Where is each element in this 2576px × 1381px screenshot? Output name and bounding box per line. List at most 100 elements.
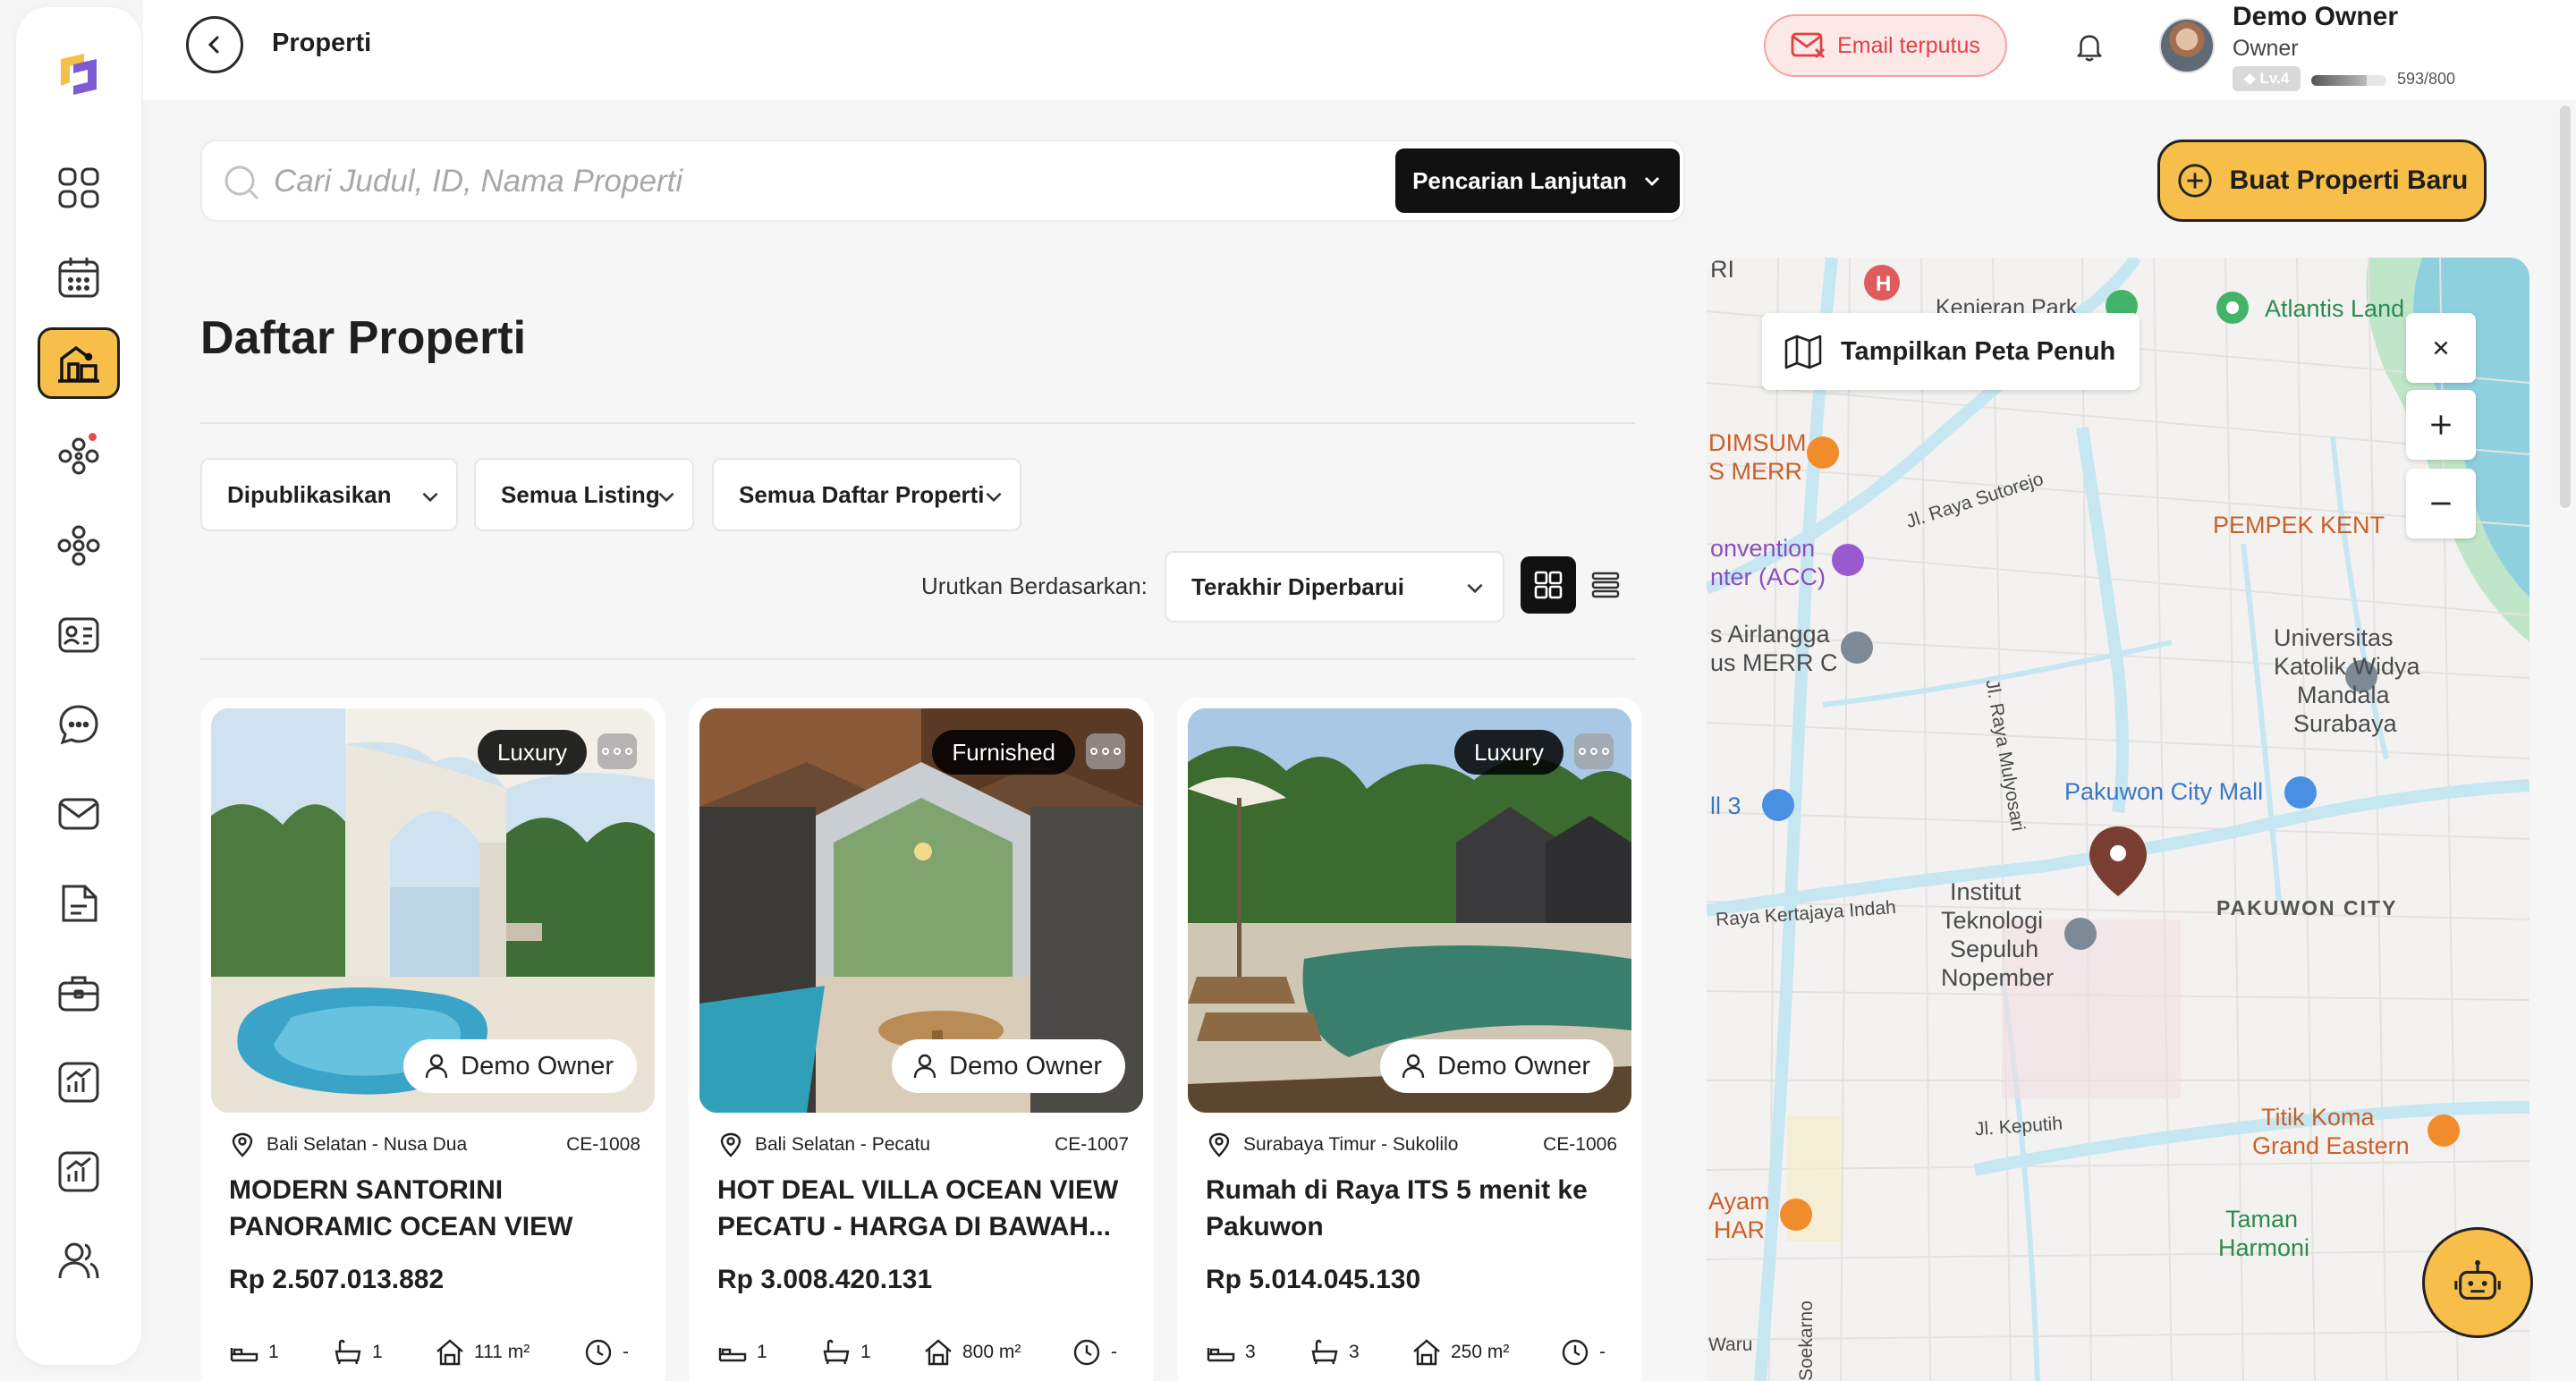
user-name: Demo Owner [2233,2,2399,31]
chevron-down-icon [986,492,1002,503]
map-label: S MERR [1708,458,1803,485]
spec-area-value: 800 m² [962,1342,1021,1362]
property-image[interactable]: Luxury Demo Owner [211,708,655,1113]
sort-value: Terakhir Diperbarui [1191,572,1404,600]
property-price: Rp 5.014.045.130 [1206,1265,1421,1294]
spec-beds: 1 [717,1337,821,1368]
map-label: s Airlangga [1710,621,1830,648]
nav-leads-icon[interactable] [38,420,120,492]
owner-badge[interactable]: Demo Owner [892,1039,1125,1093]
map-label: Pakuwon City Mall [2064,778,2264,805]
email-status-button[interactable]: Email terputus [1764,14,2007,77]
owner-name: Demo Owner [461,1051,614,1080]
spec-area: 250 m² [1411,1337,1560,1368]
close-icon [2434,341,2448,355]
nav-analytics-icon[interactable] [38,1046,120,1118]
chevron-down-icon [1644,177,1659,186]
advanced-search-button[interactable]: Pencarian Lanjutan [1395,148,1680,213]
owner-badge[interactable]: Demo Owner [403,1039,637,1093]
bed-icon [1207,1348,1235,1362]
full-map-button[interactable]: Tampilkan Peta Penuh [1762,313,2140,390]
full-map-label: Tampilkan Peta Penuh [1841,336,2116,366]
map-label: Sepuluh [1950,936,2039,962]
nav-report-icon[interactable] [38,1136,120,1207]
plus-circle-icon [2178,164,2212,198]
map-label: nter (ACC) [1710,563,1826,590]
nav-team-icon[interactable] [38,1225,120,1297]
page-breadcrumb: Properti [272,29,372,57]
nav-document-icon[interactable] [38,868,120,939]
spec-row: 1 1 800 m² - [717,1334,1129,1370]
map-label: us MERR C [1710,649,1838,676]
svg-text:H: H [1876,272,1891,296]
property-price: Rp 2.507.013.882 [229,1265,445,1294]
spec-time: - [583,1337,629,1368]
property-image[interactable]: Furnished Demo Owner [699,708,1143,1113]
create-property-button[interactable]: Buat Properti Baru [2157,140,2487,222]
back-button[interactable] [186,16,243,73]
location-row: Bali Selatan - Pecatu CE-1007 [717,1129,1129,1161]
property-title[interactable]: HOT DEAL VILLA OCEAN VIEW PECATU - HARGA… [717,1172,1129,1245]
spec-beds-value: 1 [757,1342,767,1362]
map-zoom-in-button[interactable] [2406,390,2476,460]
sort-select[interactable]: Terakhir Diperbarui [1165,551,1504,623]
property-card[interactable]: Furnished Demo Owner Bali Selatan - Peca… [689,698,1154,1381]
filter-status-label: Dipublikasikan [227,480,392,508]
map-close-button[interactable] [2406,313,2476,383]
map-pin-icon [1208,1132,1230,1157]
spec-area-value: 111 m² [474,1342,530,1362]
list-view-button[interactable] [1578,556,1633,614]
create-property-label: Buat Properti Baru [2229,165,2469,195]
map-label: Taman [2225,1206,2299,1233]
map-label: PEMPEK KENT [2213,512,2385,538]
more-options-icon[interactable] [1086,733,1125,769]
plus-icon [2431,415,2451,435]
property-code: CE-1008 [566,1134,640,1155]
map-zoom-out-button[interactable] [2406,469,2476,538]
filter-property-list-select[interactable]: Semua Daftar Properti [712,458,1021,531]
map-pin-icon [232,1132,253,1157]
map-icon [1784,335,1822,369]
spec-time: - [1560,1337,1606,1368]
minus-icon [2431,502,2451,505]
notification-bell-icon[interactable] [2064,21,2114,72]
level-badge: ◆ Lv.4 [2233,66,2301,91]
spec-time-value: - [1599,1342,1606,1362]
page-scrollbar[interactable] [2560,106,2571,508]
app-logo-icon[interactable] [52,47,106,100]
top-bar: Properti Email terputus Demo Owner Owner… [143,0,2576,100]
nav-dashboard-icon[interactable] [38,152,120,224]
map-label: Universitas [2274,624,2394,651]
nav-calendar-icon[interactable] [38,241,120,313]
grid-view-button[interactable] [1521,556,1576,614]
user-avatar[interactable] [2159,18,2215,73]
property-card[interactable]: Luxury Demo Owner Bali Selatan - Nusa Du… [200,698,665,1381]
spec-time-value: - [623,1342,629,1362]
filter-listing-select[interactable]: Semua Listing [474,458,694,531]
bed-icon [230,1348,258,1362]
nav-contacts-icon[interactable] [38,599,120,671]
assistant-bot-button[interactable] [2422,1227,2533,1338]
property-tag: Luxury [477,730,587,775]
filter-status-select[interactable]: Dipublikasikan [200,458,458,531]
map-label: ll 3 [1710,792,1741,819]
more-options-icon[interactable] [597,733,637,769]
filter-listing-label: Semua Listing [501,480,660,508]
property-title[interactable]: MODERN SANTORINI PANORAMIC OCEAN VIEW NU… [229,1172,640,1245]
nav-network-icon[interactable] [38,510,120,581]
property-image[interactable]: Luxury Demo Owner [1188,708,1631,1113]
map-label: Teknologi [1941,907,2044,934]
search-bar: Pencarian Lanjutan [200,140,1685,222]
nav-chat-icon[interactable] [38,689,120,760]
more-options-icon[interactable] [1574,733,1614,769]
owner-badge[interactable]: Demo Owner [1380,1039,1614,1093]
bed-icon [718,1348,747,1362]
property-card[interactable]: Luxury Demo Owner Surabaya Timur - Sukol… [1177,698,1642,1381]
filter-property-list-label: Semua Daftar Properti [739,480,985,508]
property-title[interactable]: Rumah di Raya ITS 5 menit ke Pakuwon [1206,1172,1617,1245]
nav-property-icon[interactable] [38,327,120,399]
nav-mail-icon[interactable] [38,778,120,850]
search-input[interactable] [274,154,1347,209]
nav-briefcase-icon[interactable] [38,957,120,1029]
spec-row: 1 1 111 m² - [229,1334,640,1370]
